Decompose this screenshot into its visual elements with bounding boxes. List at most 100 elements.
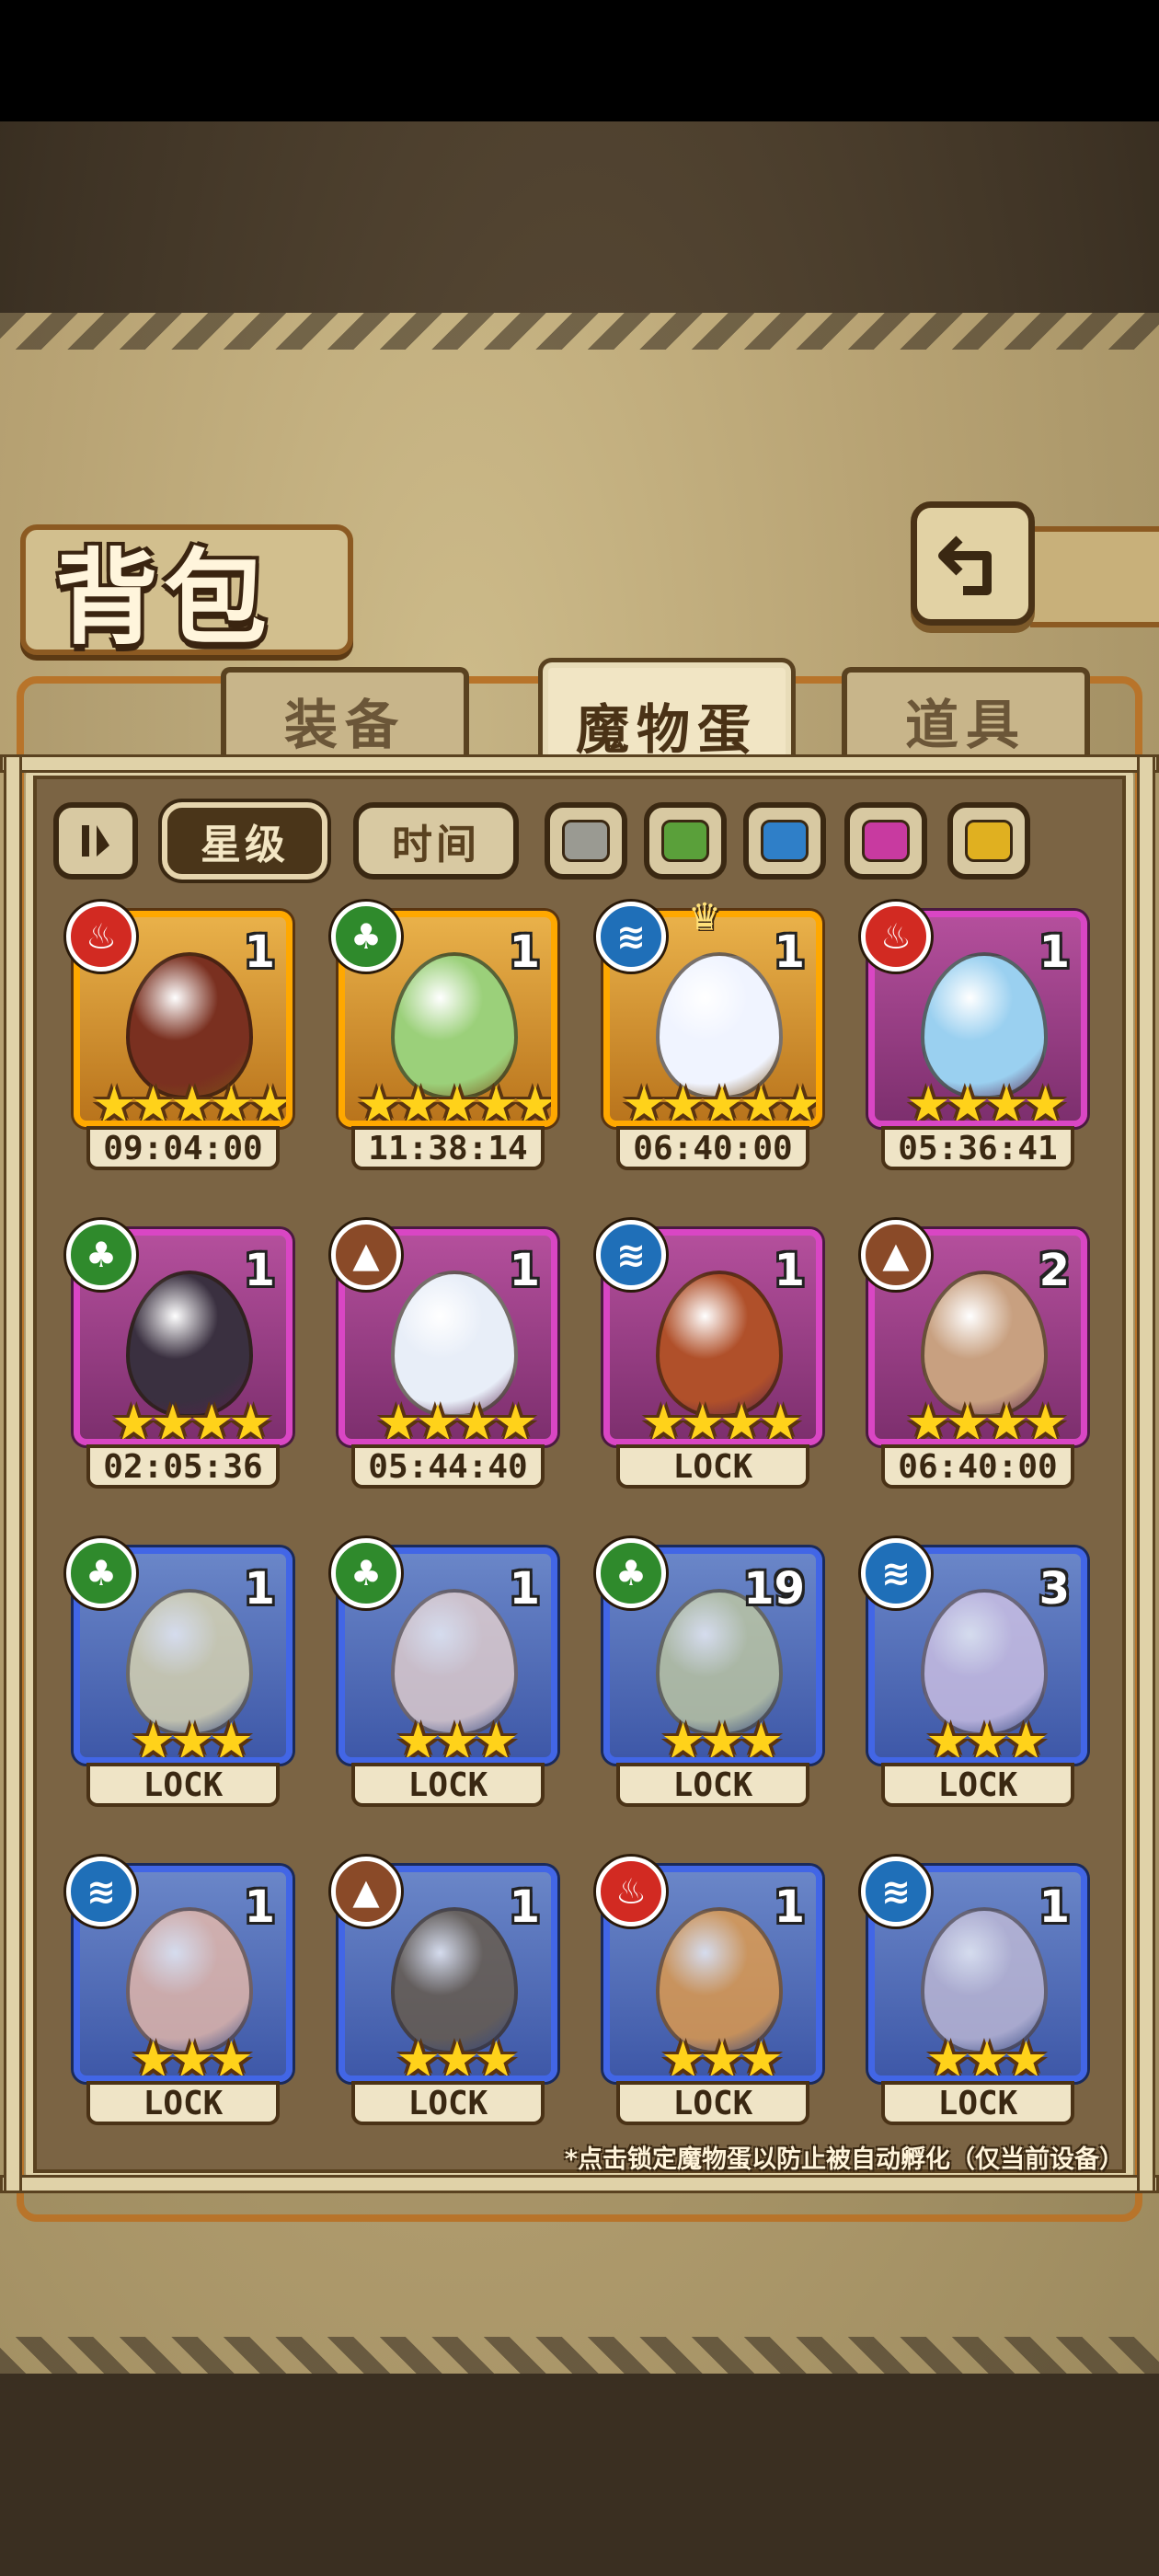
rail-bottom: [0, 2175, 1159, 2193]
egg-stars: ★★★: [131, 2030, 253, 2082]
egg-count: 1: [509, 1881, 540, 1933]
egg-stars: ★★★: [660, 1712, 783, 1764]
sort-by-time-button[interactable]: 时间: [353, 802, 519, 880]
grass-element-icon: ♣: [331, 1538, 401, 1608]
hatch-timer[interactable]: 09:04:00: [86, 1126, 280, 1170]
egg-card[interactable]: 2 ★★★★ ▲ 06:40:00: [861, 1220, 1087, 1501]
egg-count: 1: [509, 1563, 540, 1615]
lock-label[interactable]: LOCK: [86, 1763, 280, 1807]
egg-stars: ★★★★★: [621, 1075, 818, 1127]
egg-stars: ★★★★: [376, 1394, 538, 1445]
egg-stars: ★★★★: [906, 1075, 1068, 1127]
sort-by-star-button[interactable]: 星级: [162, 802, 327, 880]
rail-top: [0, 754, 1159, 773]
egg-card[interactable]: 1 ★★★ ♣ LOCK: [331, 1538, 557, 1819]
lock-label[interactable]: LOCK: [351, 1763, 545, 1807]
egg-card[interactable]: 1 ★★★★★ ♛ ≋ 06:40:00: [596, 896, 822, 1182]
egg-card[interactable]: 1 ★★★ ♣ LOCK: [66, 1538, 293, 1819]
lock-hint-text: *点击锁定魔物蛋以防止被自动孵化（仅当前设备）: [564, 2145, 1124, 2174]
lock-label[interactable]: LOCK: [351, 2081, 545, 2125]
egg-count: 19: [743, 1563, 805, 1615]
page-title: 背包: [55, 539, 272, 659]
rail-right: [1137, 754, 1155, 2193]
egg-count: 3: [1039, 1563, 1070, 1615]
egg-count: 1: [244, 926, 275, 978]
egg-card[interactable]: 1 ★★★ ≋ LOCK: [66, 1857, 293, 2137]
fire-element-icon: ♨: [66, 902, 136, 972]
egg-count: 1: [1039, 1881, 1070, 1933]
egg-count: 1: [1039, 926, 1070, 978]
bottom-map-band: [0, 2374, 1159, 2576]
filter-green-button[interactable]: [644, 802, 727, 880]
egg-count: 1: [244, 1245, 275, 1296]
lock-label[interactable]: LOCK: [881, 2081, 1074, 2125]
egg-count: 1: [774, 926, 805, 978]
filter-purple-button[interactable]: [844, 802, 927, 880]
fire-element-icon: ♨: [596, 1857, 666, 1926]
water-element-icon: ≋: [596, 1220, 666, 1290]
tab-label: 道具: [904, 694, 1027, 756]
grass-element-icon: ♣: [66, 1538, 136, 1608]
tab-equipment[interactable]: 装备: [221, 667, 469, 768]
egg-card[interactable]: 3 ★★★ ≋ LOCK: [861, 1538, 1087, 1819]
water-element-icon: ≋: [66, 1857, 136, 1926]
egg-card[interactable]: 1 ★★★★★ ♣ 11:38:14: [331, 902, 557, 1182]
egg-card[interactable]: 19 ★★★ ♣ LOCK: [596, 1538, 822, 1819]
sort-order-button[interactable]: [53, 802, 138, 880]
egg-stars: ★★★★: [641, 1394, 803, 1445]
egg-stars: ★★★: [925, 1712, 1048, 1764]
back-button[interactable]: [911, 501, 1035, 626]
lock-label[interactable]: LOCK: [881, 1763, 1074, 1807]
egg-stars: ★★★: [396, 1712, 518, 1764]
egg-count: 2: [1039, 1245, 1070, 1296]
back-arrow-icon: [937, 535, 992, 595]
water-element-icon: ≋: [861, 1538, 931, 1608]
hatch-timer[interactable]: 11:38:14: [351, 1126, 545, 1170]
egg-stars: ★★★★★: [91, 1075, 288, 1127]
hatch-timer[interactable]: 02:05:36: [86, 1444, 280, 1489]
egg-count: 1: [244, 1881, 275, 1933]
fire-element-icon: ♨: [861, 902, 931, 972]
earth-element-icon: ▲: [331, 1220, 401, 1290]
hatch-timer[interactable]: 06:40:00: [881, 1444, 1074, 1489]
crown-icon: ♛: [688, 896, 721, 938]
grass-element-icon: ♣: [596, 1538, 666, 1608]
grass-element-icon: ♣: [331, 902, 401, 972]
lock-label[interactable]: LOCK: [86, 2081, 280, 2125]
egg-card[interactable]: 1 ★★★ ▲ LOCK: [331, 1857, 557, 2137]
earth-element-icon: ▲: [331, 1857, 401, 1926]
lock-label[interactable]: LOCK: [616, 1444, 809, 1489]
rail-left: [4, 754, 22, 2193]
egg-stars: ★★★★: [906, 1394, 1068, 1445]
egg-count: 1: [509, 1245, 540, 1296]
filter-blue-button[interactable]: [743, 802, 826, 880]
egg-card[interactable]: 1 ★★★★ ♣ 02:05:36: [66, 1220, 293, 1501]
egg-stars: ★★★: [660, 2030, 783, 2082]
earth-element-icon: ▲: [861, 1220, 931, 1290]
egg-count: 1: [774, 1881, 805, 1933]
egg-card[interactable]: 1 ★★★ ♨ LOCK: [596, 1857, 822, 2137]
filter-gray-button[interactable]: [545, 802, 627, 880]
water-element-icon: ≋: [596, 902, 666, 972]
egg-stars: ★★★★: [111, 1394, 273, 1445]
egg-count: 1: [774, 1245, 805, 1296]
lock-label[interactable]: LOCK: [616, 2081, 809, 2125]
egg-card[interactable]: 1 ★★★★ ≋ LOCK: [596, 1220, 822, 1501]
hatch-timer[interactable]: 05:36:41: [881, 1126, 1074, 1170]
hatch-timer[interactable]: 05:44:40: [351, 1444, 545, 1489]
back-bar: [1030, 526, 1159, 627]
hatch-timer[interactable]: 06:40:00: [616, 1126, 809, 1170]
egg-count: 1: [244, 1563, 275, 1615]
egg-card[interactable]: 1 ★★★★ ▲ 05:44:40: [331, 1220, 557, 1501]
egg-stars: ★★★: [925, 2030, 1048, 2082]
grass-element-icon: ♣: [66, 1220, 136, 1290]
tab-items[interactable]: 道具: [842, 667, 1090, 768]
lock-label[interactable]: LOCK: [616, 1763, 809, 1807]
egg-stars: ★★★: [396, 2030, 518, 2082]
pause-sort-icon: [82, 825, 109, 857]
egg-card[interactable]: 1 ★★★ ≋ LOCK: [861, 1857, 1087, 2137]
torn-edge-top: [0, 313, 1159, 350]
egg-card[interactable]: 1 ★★★★ ♨ 05:36:41: [861, 902, 1087, 1182]
filter-gold-button[interactable]: [947, 802, 1030, 880]
egg-card[interactable]: 1 ★★★★★ ♨ 09:04:00: [66, 902, 293, 1182]
